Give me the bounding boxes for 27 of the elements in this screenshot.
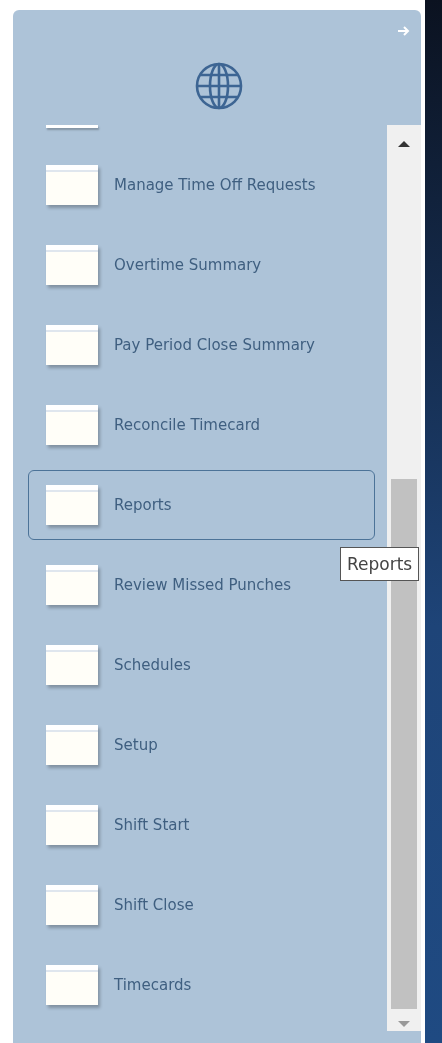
window-icon	[46, 885, 98, 925]
window-icon	[46, 565, 98, 605]
globe-icon	[193, 60, 245, 112]
window-icon	[46, 165, 98, 205]
window-icon	[46, 405, 98, 445]
menu-item[interactable]: Timecards	[28, 950, 375, 1020]
window-icon	[46, 485, 98, 525]
menu-item[interactable]: Schedules	[28, 630, 375, 700]
menu-item[interactable]: Shift Close	[28, 870, 375, 940]
arrow-right-icon[interactable]	[397, 26, 411, 36]
window-icon	[46, 645, 98, 685]
menu-item[interactable]: Pay Period Close Summary	[28, 310, 375, 380]
scroll-up-icon[interactable]	[398, 141, 410, 147]
menu-item[interactable]: Overtime Summary	[28, 230, 375, 300]
window-icon	[46, 805, 98, 845]
menu-item[interactable]: Reports	[28, 470, 375, 540]
window-icon	[46, 245, 98, 285]
tooltip: Reports	[340, 547, 420, 581]
menu-item[interactable]: Reconcile Timecard	[28, 390, 375, 460]
window-icon	[46, 725, 98, 765]
scroll-down-icon[interactable]	[398, 1021, 410, 1027]
window-icon	[46, 965, 98, 1005]
window-icon	[46, 325, 98, 365]
menu-item[interactable]: Setup	[28, 710, 375, 780]
cut-off-item-icon	[46, 125, 98, 128]
menu-item[interactable]: Shift Start	[28, 790, 375, 860]
menu-item[interactable]: Manage Time Off Requests	[28, 150, 375, 220]
